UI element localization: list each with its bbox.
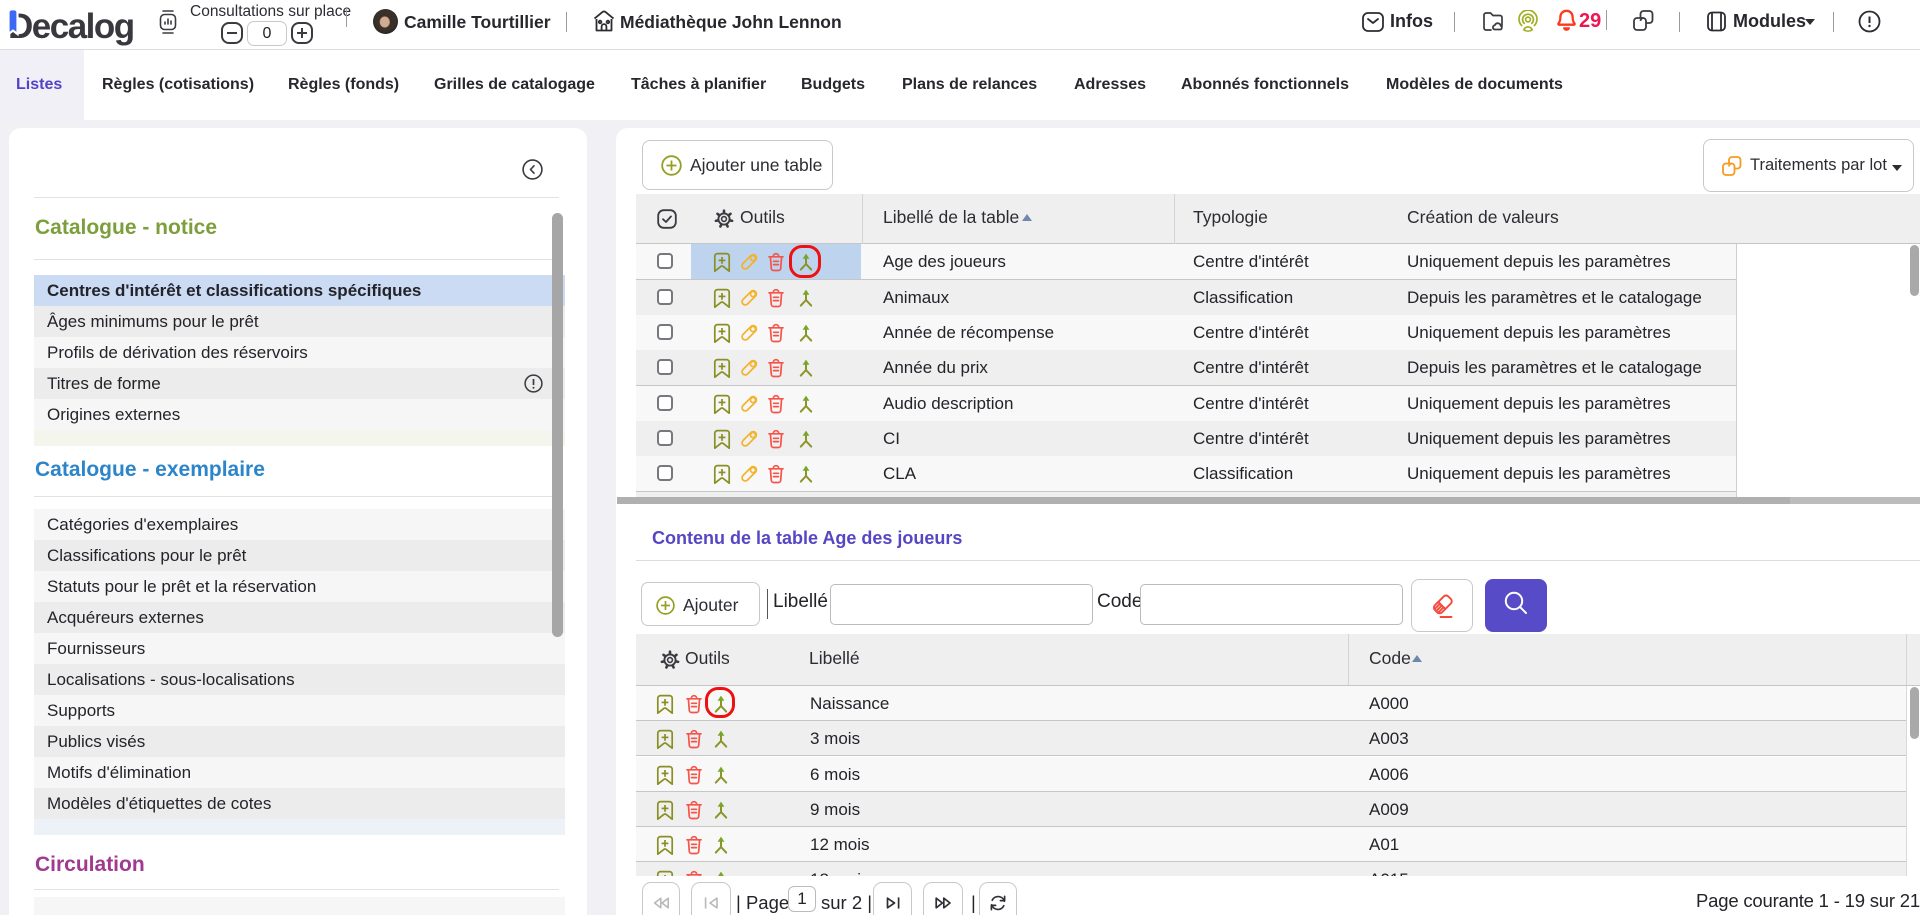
svg-text:Decalog: Decalog (8, 7, 134, 46)
